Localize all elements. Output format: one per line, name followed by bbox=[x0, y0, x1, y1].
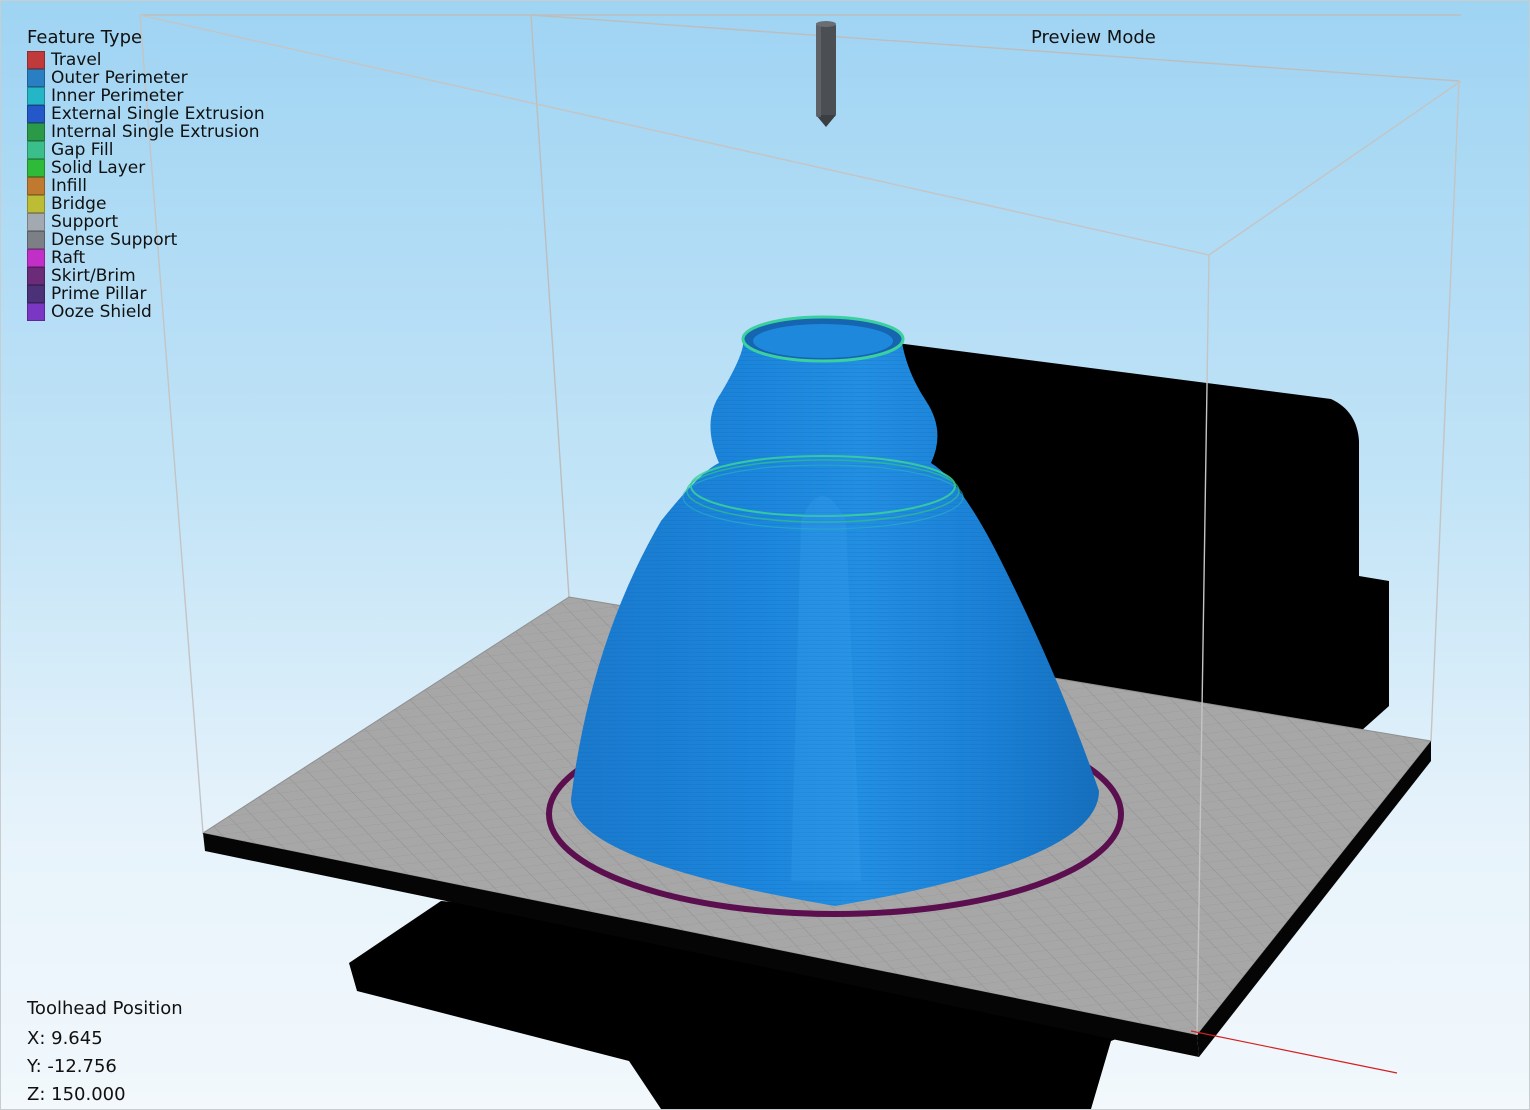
legend-item: Support bbox=[27, 213, 265, 231]
legend-item: Raft bbox=[27, 249, 265, 267]
legend-swatch bbox=[27, 69, 45, 87]
legend-item-label: Raft bbox=[51, 248, 86, 268]
toolhead-z: Z: 150.000 bbox=[27, 1084, 126, 1105]
x-axis-indicator bbox=[1190, 1030, 1398, 1074]
legend-item: Inner Perimeter bbox=[27, 87, 265, 105]
toolhead-title: Toolhead Position bbox=[27, 998, 183, 1019]
legend-item: External Single Extrusion bbox=[27, 105, 265, 123]
legend-item-label: Support bbox=[51, 212, 119, 232]
legend-item-label: Inner Perimeter bbox=[51, 86, 184, 106]
legend-item: Skirt/Brim bbox=[27, 267, 265, 285]
legend-item-label: Skirt/Brim bbox=[51, 266, 136, 286]
legend-item-label: Infill bbox=[51, 176, 87, 196]
legend-item-label: Solid Layer bbox=[51, 158, 146, 178]
legend-swatch bbox=[27, 141, 45, 159]
legend-item-label: Outer Perimeter bbox=[51, 68, 188, 88]
legend-swatch bbox=[27, 213, 45, 231]
legend-swatch bbox=[27, 267, 45, 285]
3d-preview-viewport[interactable]: Feature Type Travel Outer Perimeter Inner … bbox=[0, 0, 1530, 1110]
legend-item: Travel bbox=[27, 51, 265, 69]
legend-item-label: Ooze Shield bbox=[51, 302, 152, 322]
legend-swatch bbox=[27, 87, 45, 105]
nozzle-icon bbox=[816, 21, 836, 127]
legend-item: Gap Fill bbox=[27, 141, 265, 159]
legend-swatch bbox=[27, 159, 45, 177]
legend-swatch bbox=[27, 51, 45, 69]
toolhead-x: X: 9.645 bbox=[27, 1028, 103, 1049]
legend-item-label: Gap Fill bbox=[51, 140, 114, 160]
legend-item: Solid Layer bbox=[27, 159, 265, 177]
legend-swatch bbox=[27, 105, 45, 123]
legend-title: Feature Type bbox=[27, 27, 143, 48]
preview-mode-label: Preview Mode bbox=[1031, 27, 1156, 48]
legend-item: Internal Single Extrusion bbox=[27, 123, 265, 141]
legend-swatch bbox=[27, 285, 45, 303]
legend-item-label: Bridge bbox=[51, 194, 107, 214]
legend-swatch bbox=[27, 177, 45, 195]
legend-swatch bbox=[27, 195, 45, 213]
legend-item: Infill bbox=[27, 177, 265, 195]
legend-items: Travel Outer Perimeter Inner Perimeter Exte… bbox=[27, 51, 265, 321]
legend-swatch bbox=[27, 249, 45, 267]
legend-swatch bbox=[27, 231, 45, 249]
legend-item-label: Internal Single Extrusion bbox=[51, 122, 260, 142]
toolhead-position-panel: Toolhead Position X: 9.645 Y: -12.756 Z:… bbox=[27, 997, 183, 1109]
legend-item-label: External Single Extrusion bbox=[51, 104, 265, 124]
legend-item-label: Dense Support bbox=[51, 230, 178, 250]
toolhead-y: Y: -12.756 bbox=[27, 1056, 117, 1077]
legend-item-label: Prime Pillar bbox=[51, 284, 147, 304]
legend-swatch bbox=[27, 123, 45, 141]
legend-item-label: Travel bbox=[51, 50, 102, 70]
legend-swatch bbox=[27, 303, 45, 321]
feature-type-legend: Feature Type Travel Outer Perimeter Inner … bbox=[27, 27, 265, 321]
legend-item: Outer Perimeter bbox=[27, 69, 265, 87]
legend-item: Prime Pillar bbox=[27, 285, 265, 303]
legend-item: Ooze Shield bbox=[27, 303, 265, 321]
legend-item: Dense Support bbox=[27, 231, 265, 249]
legend-item: Bridge bbox=[27, 195, 265, 213]
